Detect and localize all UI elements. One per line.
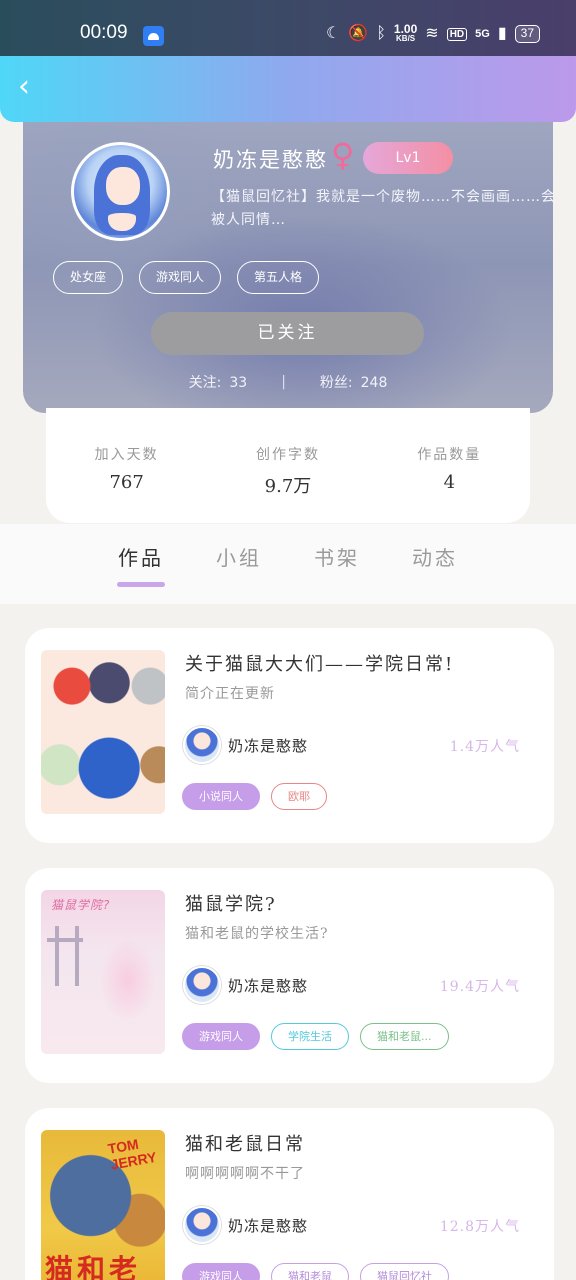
work-tag[interactable]: 猫鼠回忆社 (360, 1263, 449, 1280)
author-name[interactable]: 奶冻是憨憨 (228, 1215, 308, 1236)
work-card[interactable]: 关于猫鼠大大们——学院日常! 简介正在更新 奶冻是憨憨 1.4万人气 小说同人 … (25, 628, 554, 843)
popularity: 1.4万人气 (449, 739, 520, 755)
popularity: 19.4万人气 (439, 979, 520, 995)
work-card[interactable]: TOM JERRY 猫和老鼠 猫和老鼠日常 啊啊啊啊啊不干了 奶冻是憨憨 12.… (25, 1108, 554, 1280)
work-description: 简介正在更新 (185, 686, 275, 702)
profile-tags: 处女座 游戏同人 第五人格 (53, 261, 320, 294)
profile-card: 奶冻是憨憨 ♀ Lv1 【猫鼠回忆社】我就是一个废物……不会画画……会被人同情…… (23, 118, 553, 413)
divider: | (281, 374, 286, 390)
profile-tag[interactable]: 处女座 (53, 261, 124, 294)
author-name[interactable]: 奶冻是憨憨 (228, 735, 308, 756)
stat-value: 9.7万 (264, 476, 312, 497)
status-icons: ☾ 🔕 ᛒ 1.00 KB/S ≋ HD 5G ▮ 37 (326, 22, 540, 44)
work-title: 猫鼠学院? (185, 894, 277, 915)
work-tag[interactable]: 游戏同人 (182, 1023, 260, 1050)
author-avatar[interactable] (183, 726, 221, 764)
work-tag[interactable]: 游戏同人 (182, 1263, 260, 1280)
author-avatar[interactable] (183, 1206, 221, 1244)
work-card[interactable]: 猫鼠学院? 猫鼠学院? 猫和老鼠的学校生活? 奶冻是憨憨 19.4万人气 游戏同… (25, 868, 554, 1083)
work-tags: 游戏同人 学院生活 猫和老鼠... (182, 1023, 449, 1050)
net-speed-unit: KB/S (396, 34, 416, 43)
cover-logo-text: TOM JERRY (106, 1135, 158, 1173)
mute-bell-icon: 🔕 (348, 25, 369, 42)
follow-button[interactable]: 已关注 (151, 312, 424, 355)
stat-works-count: 作品数量 4 (369, 408, 530, 523)
stats-card: 加入天数 767 创作字数 9.7万 作品数量 4 (46, 408, 530, 523)
tab-activity[interactable]: 动态 (412, 542, 458, 571)
moon-icon: ☾ (326, 25, 341, 42)
work-tag[interactable]: 学院生活 (271, 1023, 349, 1050)
work-cover-image (41, 650, 165, 814)
tab-active-indicator (117, 582, 165, 587)
nickname: 奶冻是憨憨 (213, 148, 328, 172)
author-name[interactable]: 奶冻是憨憨 (228, 975, 308, 996)
tab-bar: 作品 小组 书架 动态 (0, 524, 576, 604)
wifi-icon: ≋ (425, 25, 439, 42)
stat-join-days: 加入天数 767 (46, 408, 207, 523)
level-badge: Lv1 (363, 142, 453, 174)
android-app-icon (143, 26, 164, 46)
work-description: 猫和老鼠的学校生活? (185, 926, 329, 942)
cover-title-text: 猫和老鼠 (45, 1253, 142, 1280)
author-avatar[interactable] (183, 966, 221, 1004)
work-tags: 游戏同人 猫和老鼠 猫鼠回忆社 (182, 1263, 449, 1280)
bluetooth-icon: ᛒ (376, 25, 386, 42)
stat-value: 4 (443, 472, 456, 493)
stat-label: 加入天数 (94, 447, 159, 463)
work-title: 猫和老鼠日常 (185, 1134, 305, 1155)
work-cover-image: 猫鼠学院? (41, 890, 165, 1054)
tab-groups[interactable]: 小组 (216, 542, 262, 571)
status-time: 00:09 (80, 22, 128, 43)
work-tag[interactable]: 猫和老鼠 (271, 1263, 349, 1280)
tab-works[interactable]: 作品 (118, 542, 164, 571)
following-label: 关注: (188, 375, 222, 391)
avatar-face (106, 167, 140, 205)
popularity: 12.8万人气 (439, 1219, 520, 1235)
work-tag[interactable]: 欧耶 (271, 783, 327, 810)
female-gender-icon: ♀ (331, 136, 355, 174)
work-description: 啊啊啊啊啊不干了 (185, 1166, 305, 1182)
avatar[interactable] (71, 142, 170, 241)
following-stat[interactable]: 关注: 33 (189, 372, 248, 392)
fans-label: 粉丝: (319, 375, 353, 391)
fans-stat[interactable]: 粉丝: 248 (320, 372, 387, 392)
stat-label: 创作字数 (255, 447, 320, 463)
profile-tag[interactable]: 第五人格 (237, 261, 320, 294)
signal-label: 5G (475, 28, 490, 40)
profile-tag[interactable]: 游戏同人 (139, 261, 222, 294)
fans-count: 248 (360, 375, 388, 391)
status-bar: 00:09 ☾ 🔕 ᛒ 1.00 KB/S ≋ HD 5G ▮ 37 (0, 0, 576, 64)
cover-title-text: 猫鼠学院? (51, 898, 111, 912)
bio-text: 【猫鼠回忆社】我就是一个废物……不会画画……会被人同情… (211, 189, 553, 228)
hd-badge: HD (446, 27, 468, 41)
work-cover-image: TOM JERRY 猫和老鼠 (41, 1130, 165, 1280)
signal-bars-icon: ▮ (497, 25, 507, 42)
work-title: 关于猫鼠大大们——学院日常! (185, 654, 455, 675)
chevron-left-icon[interactable]: ‹ (18, 72, 46, 102)
net-speed: 1.00 KB/S (393, 22, 418, 44)
stat-value: 767 (109, 472, 144, 493)
work-tag[interactable]: 小说同人 (182, 783, 260, 810)
avatar-face-small (108, 205, 136, 231)
header-bar: ‹ (0, 56, 576, 122)
tab-bookshelf[interactable]: 书架 (314, 542, 360, 571)
net-speed-value: 1.00 (393, 22, 418, 36)
work-tags: 小说同人 欧耶 (182, 783, 327, 810)
work-tag[interactable]: 猫和老鼠... (360, 1023, 449, 1050)
follow-counts: 关注: 33 | 粉丝: 248 (23, 372, 553, 392)
stat-label: 作品数量 (417, 447, 482, 463)
stat-word-count: 创作字数 9.7万 (207, 408, 368, 523)
following-count: 33 (229, 375, 248, 391)
battery-icon: 37 (514, 25, 540, 43)
